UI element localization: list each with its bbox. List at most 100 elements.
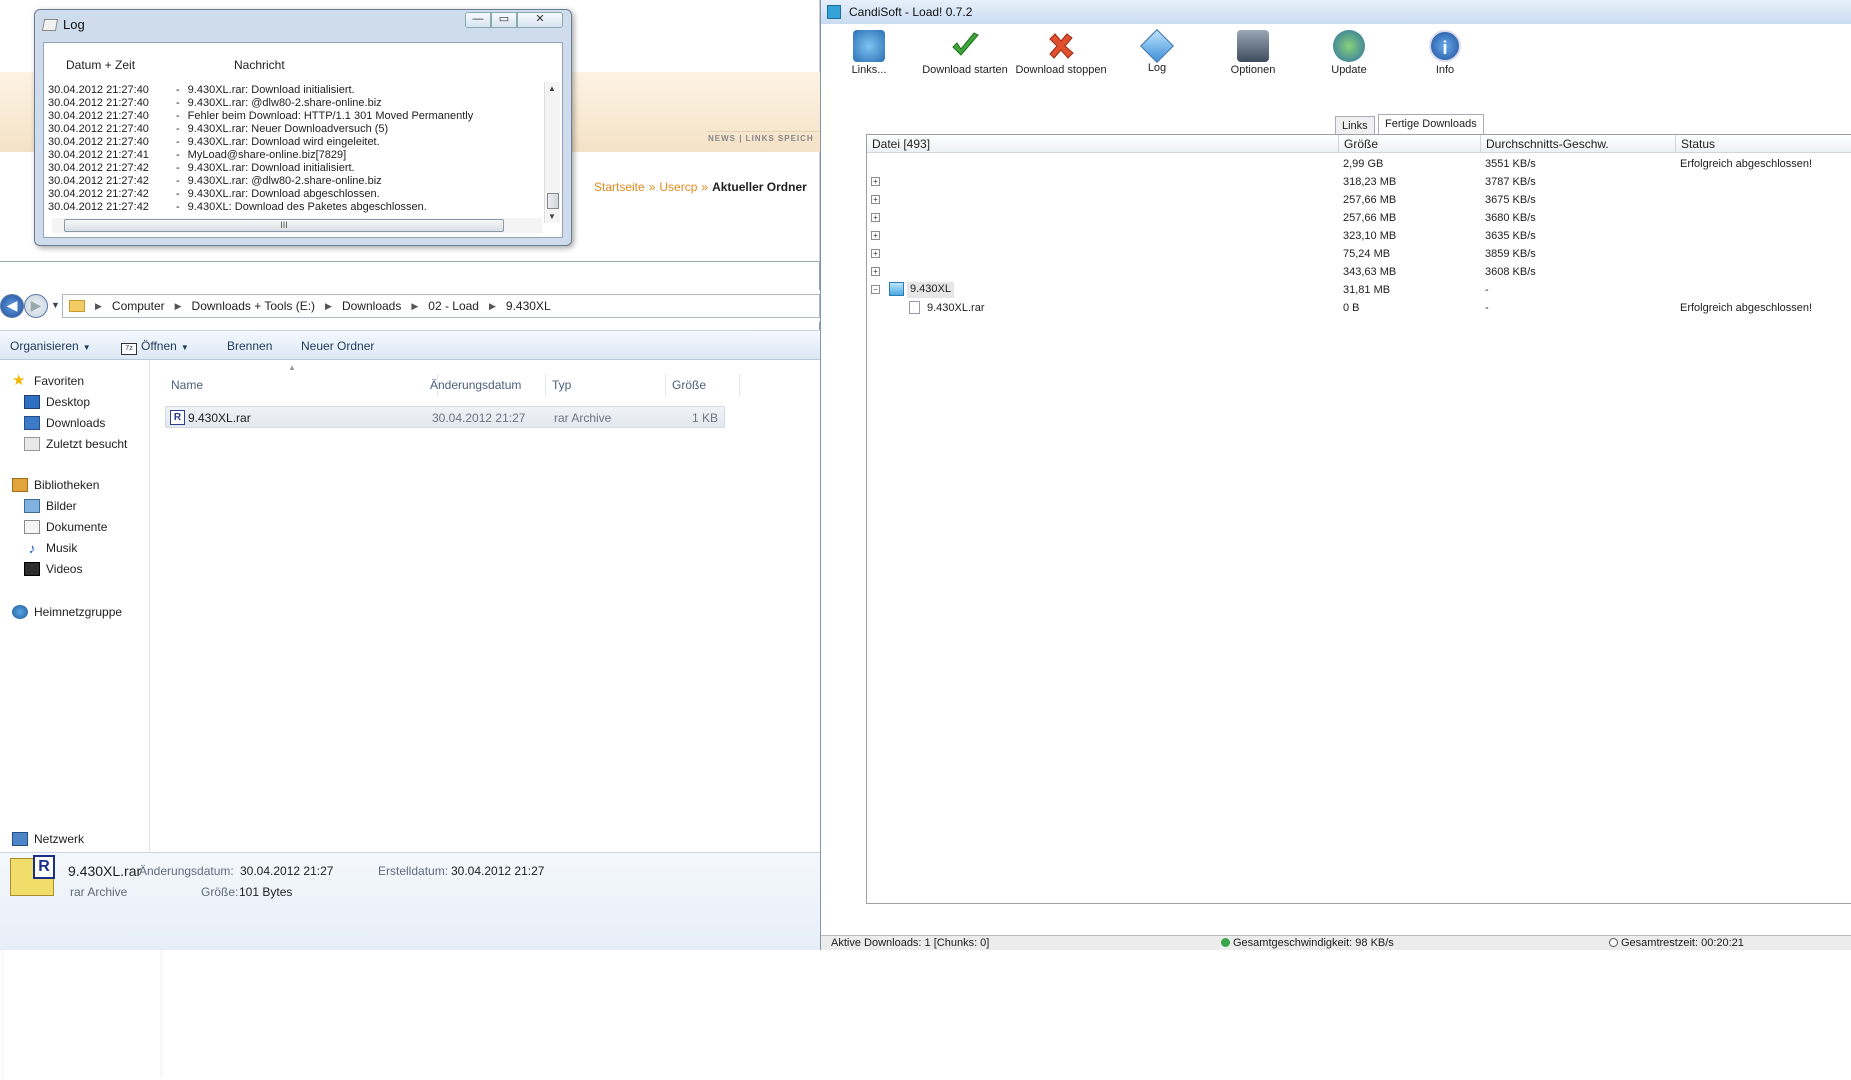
forward-button[interactable]: ▶	[24, 294, 48, 318]
path-separator-icon[interactable]: ▶	[489, 301, 496, 312]
nav-favorites[interactable]: ★ Favoriten	[12, 373, 84, 388]
maximize-button[interactable]: ▭	[491, 12, 517, 28]
log-entry[interactable]: 30.04.2012 21:27:42 -9.430XL: Download de…	[48, 201, 544, 214]
log-column-time[interactable]: Datum + Zeit	[66, 58, 135, 72]
download-row[interactable]: +257,66 MB 3675 KB/s	[867, 191, 1851, 209]
log-entry[interactable]: 30.04.2012 21:27:41 - MyLoad@share-online.…	[48, 149, 544, 162]
nav-pictures[interactable]: Bilder	[24, 499, 77, 513]
path-segment[interactable]: Downloads	[342, 299, 401, 313]
expand-plus-icon[interactable]: +	[871, 249, 880, 258]
breadcrumb-home-link[interactable]: Startseite	[594, 180, 645, 194]
collapse-minus-icon[interactable]: −	[871, 285, 880, 294]
new-folder-button[interactable]: Neuer Ordner	[301, 339, 374, 353]
links-button[interactable]: Links...	[821, 30, 917, 80]
nav-libraries[interactable]: Bibliotheken	[12, 478, 99, 492]
path-segment[interactable]: Computer	[112, 299, 165, 313]
nav-label: Desktop	[46, 395, 91, 409]
column-type[interactable]: Typ	[546, 374, 666, 396]
download-row[interactable]: 2,99 GB 3551 KB/s Erfolgreich abgeschlosse…	[867, 155, 1851, 173]
column-status[interactable]: Status	[1676, 135, 1851, 153]
log-entry[interactable]: 30.04.2012 21:27:40 -9.430XL.rar: Downloa…	[48, 136, 544, 149]
path-segment[interactable]: Downloads + Tools (E:)	[192, 299, 316, 313]
log-vertical-scroll-thumb[interactable]	[547, 193, 559, 209]
nav-homegroup[interactable]: Heimnetzgruppe	[12, 605, 122, 619]
path-separator-icon[interactable]: ▶	[411, 301, 418, 312]
log-entry[interactable]: 30.04.2012 21:27:40 - Fehler beim Download…	[48, 110, 544, 123]
column-size[interactable]: Größe	[1339, 135, 1481, 153]
log-vertical-scrollbar[interactable]: ▲ ▼	[544, 82, 560, 223]
log-entry[interactable]: 30.04.2012 21:27:40 -9.430XL.rar: @dlw80-…	[48, 97, 544, 110]
nav-network[interactable]: Netzwerk	[12, 832, 84, 846]
breadcrumb-usercp-link[interactable]: Usercp	[659, 180, 697, 194]
log-button[interactable]: Log	[1109, 29, 1205, 80]
nav-music[interactable]: ♪ Musik	[24, 541, 78, 555]
browser-nav-links[interactable]: NEWS | LINKS SPEICH	[708, 131, 820, 145]
scroll-down-icon[interactable]: ▼	[548, 212, 556, 221]
log-entry[interactable]: 30.04.2012 21:27:42 -9.430XL.rar: Downloa…	[48, 188, 544, 201]
path-segment[interactable]: 9.430XL	[506, 299, 551, 313]
homegroup-icon	[12, 605, 28, 619]
log-entry-dash: -	[176, 175, 180, 187]
update-button[interactable]: Update	[1301, 30, 1397, 80]
nav-videos[interactable]: Videos	[24, 562, 82, 576]
column-modified[interactable]: Änderungsdatum	[424, 374, 546, 396]
file-row[interactable]: R 9.430XL.rar 30.04.2012 21:27 rar Archi…	[165, 406, 725, 428]
load-titlebar[interactable]: CandiSoft - Load! 0.7.2	[821, 0, 1851, 24]
column-file[interactable]: Datei [493]	[867, 135, 1339, 153]
log-entry[interactable]: 30.04.2012 21:27:40 -9.430XL.rar: Neuer D…	[48, 123, 544, 136]
nav-label: Netzwerk	[34, 832, 85, 846]
path-separator-icon[interactable]: ▶	[325, 301, 332, 312]
download-row[interactable]: +343,63 MB 3608 KB/s	[867, 263, 1851, 281]
log-entry[interactable]: 30.04.2012 21:27:40 -9.430XL.rar: Downloa…	[48, 84, 544, 97]
organize-button[interactable]: Organisieren ▼	[10, 339, 91, 353]
column-size[interactable]: Größe	[666, 374, 740, 396]
burn-button[interactable]: Brennen	[227, 339, 272, 353]
scroll-up-icon[interactable]: ▲	[548, 84, 556, 93]
log-entry[interactable]: 30.04.2012 21:27:42 -9.430XL.rar: @dlw80-…	[48, 175, 544, 188]
arrow-left-icon: ◀	[6, 297, 18, 313]
explorer-command-bar: Organisieren ▼ 7z Öffnen ▼ Brennen Neuer Or…	[0, 330, 820, 360]
nav-documents[interactable]: Dokumente	[24, 520, 107, 534]
path-segment[interactable]: 02 - Load	[428, 299, 479, 313]
info-button[interactable]: i Info	[1397, 30, 1493, 80]
tab-finished-downloads[interactable]: Fertige Downloads	[1378, 114, 1484, 134]
log-entry-time: 30.04.2012 21:27:40	[48, 110, 149, 122]
expand-plus-icon[interactable]: +	[871, 177, 880, 186]
download-size: 2,99 GB	[1343, 158, 1384, 170]
tab-links[interactable]: Links	[1335, 116, 1375, 134]
download-row[interactable]: +75,24 MB 3859 KB/s	[867, 245, 1851, 263]
start-download-button[interactable]: Download starten	[917, 30, 1013, 80]
nav-recent[interactable]: Zuletzt besucht	[24, 437, 127, 451]
log-entry[interactable]: 30.04.2012 21:27:42 -9.430XL.rar: Downloa…	[48, 162, 544, 175]
log-column-message[interactable]: Nachricht	[234, 58, 285, 72]
package-row[interactable]: − 9.430XL 31,81 MB -	[867, 281, 1851, 299]
log-entries: 30.04.2012 21:27:40-9.430XL.rar: Downloa…	[48, 84, 544, 218]
address-path[interactable]: ▶ Computer ▶ Downloads + Tools (E:) ▶ Do…	[62, 294, 820, 318]
nav-downloads[interactable]: Downloads	[24, 416, 105, 430]
minimize-button[interactable]: —	[465, 12, 491, 28]
open-button[interactable]: 7z Öffnen ▼	[121, 339, 189, 355]
download-row[interactable]: +323,10 MB 3635 KB/s	[867, 227, 1851, 245]
expand-plus-icon[interactable]: +	[871, 195, 880, 204]
stop-download-button[interactable]: Download stoppen	[1013, 30, 1109, 80]
log-titlebar[interactable]: Log — ▭ ✕	[35, 10, 571, 38]
expand-plus-icon[interactable]: +	[871, 267, 880, 276]
expand-plus-icon[interactable]: +	[871, 213, 880, 222]
log-horizontal-scrollbar[interactable]: III	[52, 218, 542, 233]
package-file-row[interactable]: 9.430XL.rar 0 B - Erfolgreich abgeschlossen…	[867, 299, 1851, 317]
expand-plus-icon[interactable]: +	[871, 231, 880, 240]
path-separator-icon[interactable]: ▶	[175, 301, 182, 312]
back-button[interactable]: ◀	[0, 294, 24, 318]
desktop-icon	[24, 395, 40, 409]
download-row[interactable]: +318,23 MB 3787 KB/s	[867, 173, 1851, 191]
close-button[interactable]: ✕	[517, 12, 563, 28]
options-button[interactable]: Optionen	[1205, 30, 1301, 80]
nav-desktop[interactable]: Desktop	[24, 395, 90, 409]
path-separator-icon[interactable]: ▶	[95, 301, 102, 312]
column-speed[interactable]: Durchschnitts-Geschw.	[1481, 135, 1676, 153]
log-entry-message: 9.430XL.rar: @dlw80-2.share-online.biz	[187, 175, 382, 187]
download-row[interactable]: +257,66 MB 3680 KB/s	[867, 209, 1851, 227]
column-name[interactable]: Name	[165, 374, 438, 396]
recent-pages-dropdown-icon[interactable]: ▼	[51, 300, 60, 310]
log-horizontal-scroll-thumb[interactable]: III	[64, 219, 504, 232]
